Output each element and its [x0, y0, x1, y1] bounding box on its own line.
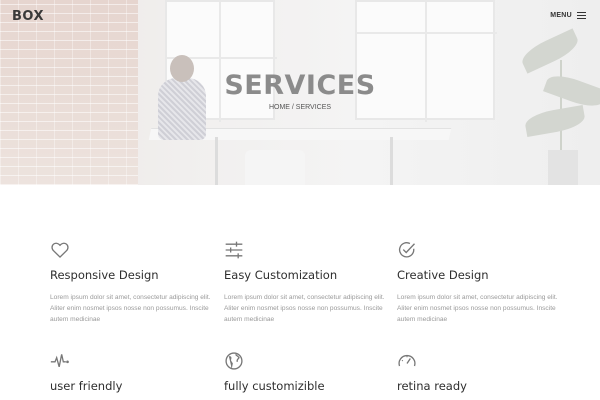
- plant-background: [518, 28, 582, 74]
- feature-item: fully customizible: [224, 351, 394, 393]
- window-background: [355, 0, 497, 122]
- hero-banner: BOX MENU SERVICES HOME / SERVICES: [0, 0, 600, 185]
- feature-title: Easy Customization: [224, 268, 338, 282]
- feature-title: user friendly: [50, 379, 123, 393]
- feature-description: Lorem ipsum dolor sit amet, consectetur …: [397, 294, 558, 323]
- feature-title: Creative Design: [397, 268, 489, 282]
- check-circle-icon: [398, 242, 415, 258]
- speedometer-icon: [398, 354, 416, 367]
- menu-label: MENU: [550, 12, 572, 19]
- menu-button[interactable]: MENU: [550, 12, 586, 19]
- sliders-icon: [225, 241, 243, 259]
- feature-title: retina ready: [397, 379, 467, 393]
- feature-description: Lorem ipsum dolor sit amet, consectetur …: [50, 294, 211, 323]
- feature-item: retina ready: [397, 351, 567, 393]
- feature-item: Easy Customization Lorem ipsum dolor sit…: [224, 240, 394, 323]
- site-logo[interactable]: BOX: [12, 9, 44, 24]
- pulse-icon: [50, 354, 69, 368]
- feature-item: Responsive Design Lorem ipsum dolor sit …: [50, 240, 220, 323]
- chair-background: [245, 150, 305, 185]
- feature-item: user friendly: [50, 351, 220, 393]
- breadcrumb: HOME / SERVICES: [268, 104, 332, 111]
- feature-description: Lorem ipsum dolor sit amet, consectetur …: [224, 294, 385, 323]
- feature-title: fully customizible: [224, 379, 325, 393]
- feature-title: Responsive Design: [50, 268, 159, 282]
- heart-icon: [51, 242, 69, 259]
- page-title: SERVICES: [224, 70, 376, 101]
- feature-item: Creative Design Lorem ipsum dolor sit am…: [397, 240, 567, 323]
- hamburger-icon: [577, 12, 586, 19]
- globe-icon: [225, 352, 243, 370]
